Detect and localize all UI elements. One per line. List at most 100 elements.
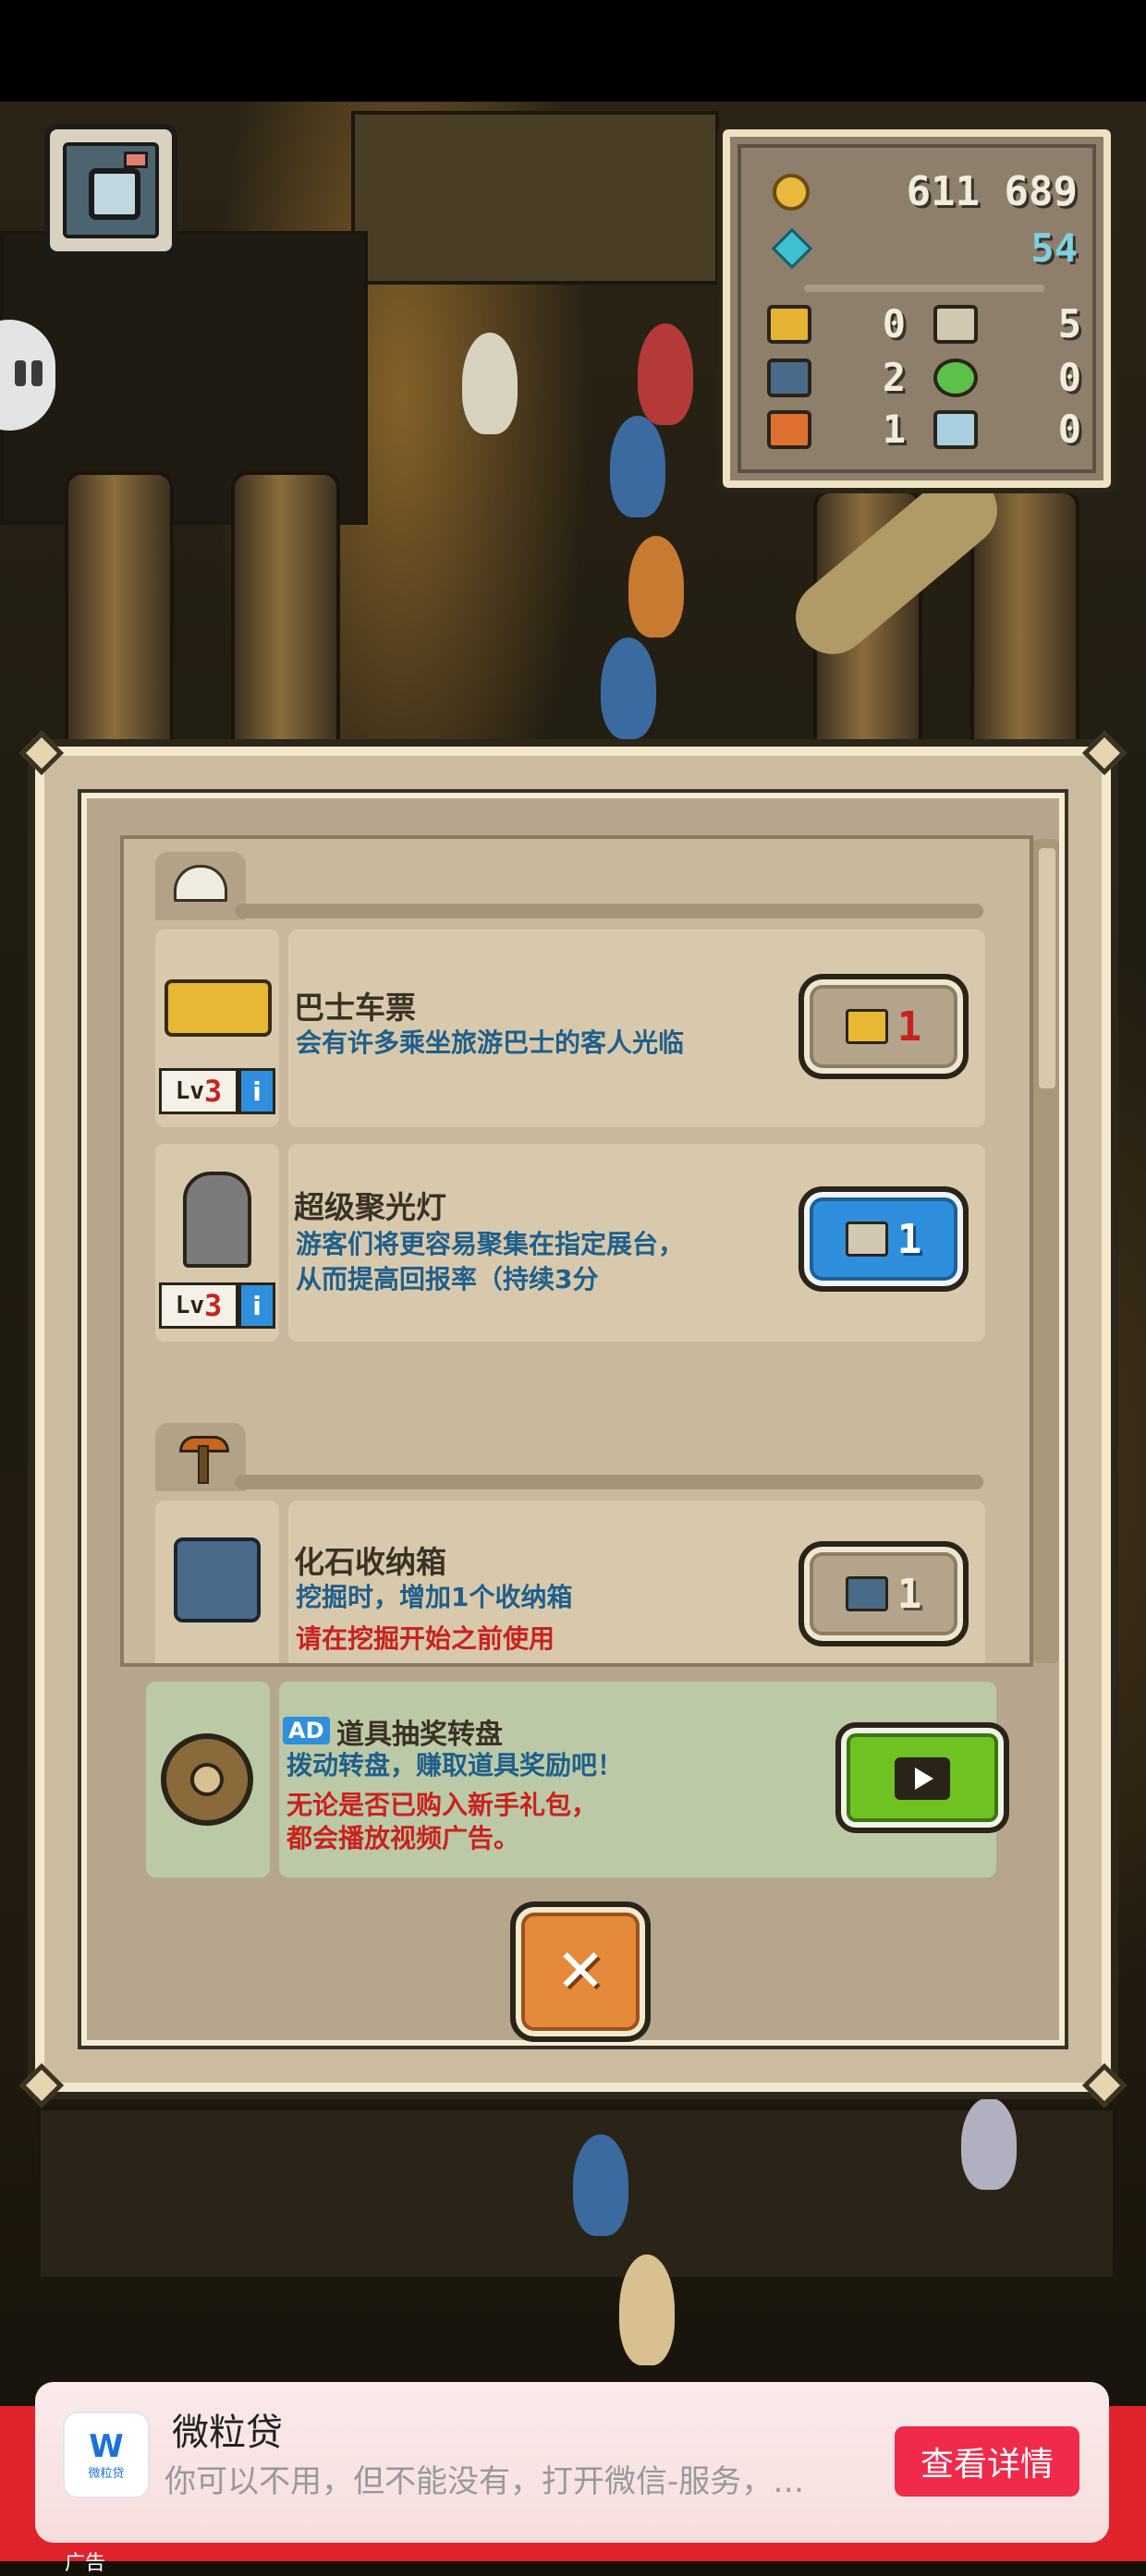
- bag-count: 1: [882, 407, 906, 452]
- level-badge: Lv 3 i: [159, 1282, 275, 1329]
- item-description: 游客们将更容易聚集在指定展台，: [296, 1229, 685, 1259]
- spotlight-icon: [183, 1172, 251, 1268]
- item-count: 1: [896, 1002, 922, 1051]
- item-warning: 请在挖掘开始之前使用: [296, 1623, 555, 1654]
- item-count: 1: [896, 1215, 922, 1263]
- info-icon[interactable]: i: [238, 1282, 275, 1329]
- use-spotlight-button[interactable]: 1: [799, 1186, 969, 1292]
- item-description: 会有许多乘坐旅游巴士的客人光临: [296, 1027, 685, 1058]
- status-bar-area: [0, 0, 1146, 102]
- card-count: 0: [1057, 407, 1081, 452]
- item-body: 化石收纳箱 挖掘时，增加1个收纳箱 请在挖掘开始之前使用 1: [288, 1501, 985, 1663]
- close-button[interactable]: ✕: [510, 1902, 651, 2042]
- potion-count: 0: [1057, 355, 1081, 400]
- ad-view-details-button[interactable]: 查看详情: [895, 2426, 1079, 2497]
- ad-roulette-card: AD 道具抽奖转盘 拨动转盘，赚取道具奖励吧！ 无论是否已购入新手礼包， 都会播…: [146, 1682, 1009, 1877]
- bus-ticket-row: 0: [767, 301, 906, 346]
- box-row: 2: [767, 355, 906, 400]
- item-count: 1: [896, 1570, 922, 1618]
- item-dialog: Lv 3 i 巴士车票 会有许多乘坐旅游巴士的客人光临 1 Lv 3 i 超级聚…: [18, 730, 1128, 2108]
- bus-ticket-count: 0: [882, 301, 906, 346]
- coin-row: 611 689: [773, 168, 1078, 215]
- coin-count: 611 689: [906, 168, 1078, 215]
- ad-badge: AD: [283, 1717, 330, 1744]
- level-badge: Lv 3 i: [159, 1068, 275, 1114]
- item-body: 巴士车票 会有许多乘坐旅游巴士的客人光临 1: [288, 930, 985, 1127]
- item-description-line2: 从而提高回报率（持续3分: [296, 1264, 599, 1294]
- scene-pillar: [231, 471, 340, 756]
- bus-ticket-icon: [767, 304, 811, 344]
- close-icon: ✕: [555, 1938, 605, 2006]
- visitor-figure: [638, 323, 693, 425]
- pickaxe-icon: [177, 1432, 229, 1484]
- visitor-figure: [619, 2254, 675, 2365]
- ad-app-logo-caption: 微粒贷: [88, 2466, 125, 2481]
- use-fossil-box-button[interactable]: 1: [799, 1541, 969, 1646]
- item-title: 巴士车票: [294, 990, 416, 1026]
- scene-pillar: [65, 471, 174, 756]
- storage-box-icon: [845, 1576, 888, 1611]
- visitor-figure: [610, 416, 665, 517]
- item-icon-box: Lv 3 i: [155, 1144, 279, 1342]
- ad-roulette-note2: 都会播放视频广告。: [286, 1823, 520, 1853]
- storage-box-icon: [767, 358, 811, 397]
- spotlight-icon: [845, 1221, 888, 1257]
- ad-banner[interactable]: W 微粒贷 微粒贷 你可以不用，但不能没有，打开微信-服务，… 查看详情: [35, 2382, 1109, 2543]
- visitor-figure: [961, 2097, 1017, 2190]
- box-count: 2: [882, 355, 906, 400]
- spotlight-count: 5: [1057, 301, 1081, 346]
- gem-row: 54: [771, 225, 1078, 271]
- video-play-icon: [895, 1757, 950, 1800]
- museum-section-tab: [155, 852, 246, 920]
- bag-icon: [767, 409, 811, 449]
- resource-panel: 611 689 54 0 5 2 0 1 0: [717, 124, 1116, 493]
- visitor-figure: [628, 536, 684, 638]
- roulette-wheel-icon: [161, 1733, 253, 1826]
- item-body: 超级聚光灯 游客们将更容易聚集在指定展台， 从而提高回报率（持续3分 1: [288, 1144, 985, 1342]
- gem-count: 54: [1030, 225, 1078, 271]
- ad-roulette-body: AD 道具抽奖转盘 拨动转盘，赚取道具奖励吧！ 无论是否已购入新手礼包， 都会播…: [279, 1682, 1009, 1877]
- item-description: 挖掘时，增加1个收纳箱: [296, 1582, 573, 1612]
- gem-icon: [771, 227, 813, 269]
- spotlight-icon: [933, 304, 978, 344]
- card-row: 0: [933, 407, 1081, 452]
- item-icon-box: [155, 1501, 279, 1663]
- watch-video-button[interactable]: [835, 1722, 1009, 1833]
- section-divider: [235, 1475, 983, 1489]
- visitor-figure: [601, 638, 656, 739]
- bag-row: 1: [767, 407, 906, 452]
- camera-icon: [63, 142, 159, 238]
- coin-icon: [773, 173, 810, 211]
- item-list[interactable]: Lv 3 i 巴士车票 会有许多乘坐旅游巴士的客人光临 1 Lv 3 i 超级聚…: [120, 835, 1033, 1667]
- potion-row: 0: [933, 355, 1081, 400]
- scene-doorway: [351, 111, 719, 285]
- ad-app-name: 微粒贷: [172, 2412, 283, 2454]
- item-icon-box: Lv 3 i: [155, 930, 279, 1127]
- info-icon[interactable]: i: [238, 1068, 275, 1114]
- scrollbar-thumb[interactable]: [1039, 848, 1055, 1088]
- camera-button[interactable]: [44, 124, 177, 257]
- item-card-bus-ticket: Lv 3 i 巴士车票 会有许多乘坐旅游巴士的客人光临 1: [155, 930, 985, 1127]
- ad-app-logo: W: [89, 2427, 124, 2465]
- potion-icon: [933, 358, 978, 397]
- bus-ticket-icon: [845, 1009, 888, 1044]
- museum-icon: [174, 865, 227, 902]
- use-bus-ticket-button[interactable]: 1: [799, 974, 969, 1079]
- bus-icon: [165, 979, 272, 1037]
- ad-app-icon[interactable]: W 微粒贷: [63, 2412, 150, 2498]
- item-title: 化石收纳箱: [294, 1544, 446, 1580]
- card-icon: [933, 409, 978, 449]
- item-card-fossil-box: 化石收纳箱 挖掘时，增加1个收纳箱 请在挖掘开始之前使用 1: [155, 1501, 985, 1663]
- excavation-section-tab: [155, 1423, 246, 1491]
- ad-roulette-note1: 无论是否已购入新手礼包，: [286, 1790, 598, 1820]
- storage-box-icon: [174, 1537, 261, 1622]
- ad-roulette-title: 道具抽奖转盘: [336, 1719, 503, 1751]
- divider: [804, 285, 1044, 292]
- visitor-figure: [462, 333, 518, 434]
- visitor-figure: [573, 2134, 628, 2236]
- item-icon-box: [146, 1682, 270, 1877]
- section-divider: [235, 904, 983, 918]
- item-title: 超级聚光灯: [294, 1189, 446, 1225]
- spotlight-row: 5: [933, 301, 1081, 346]
- ad-label: 广告: [65, 2552, 106, 2575]
